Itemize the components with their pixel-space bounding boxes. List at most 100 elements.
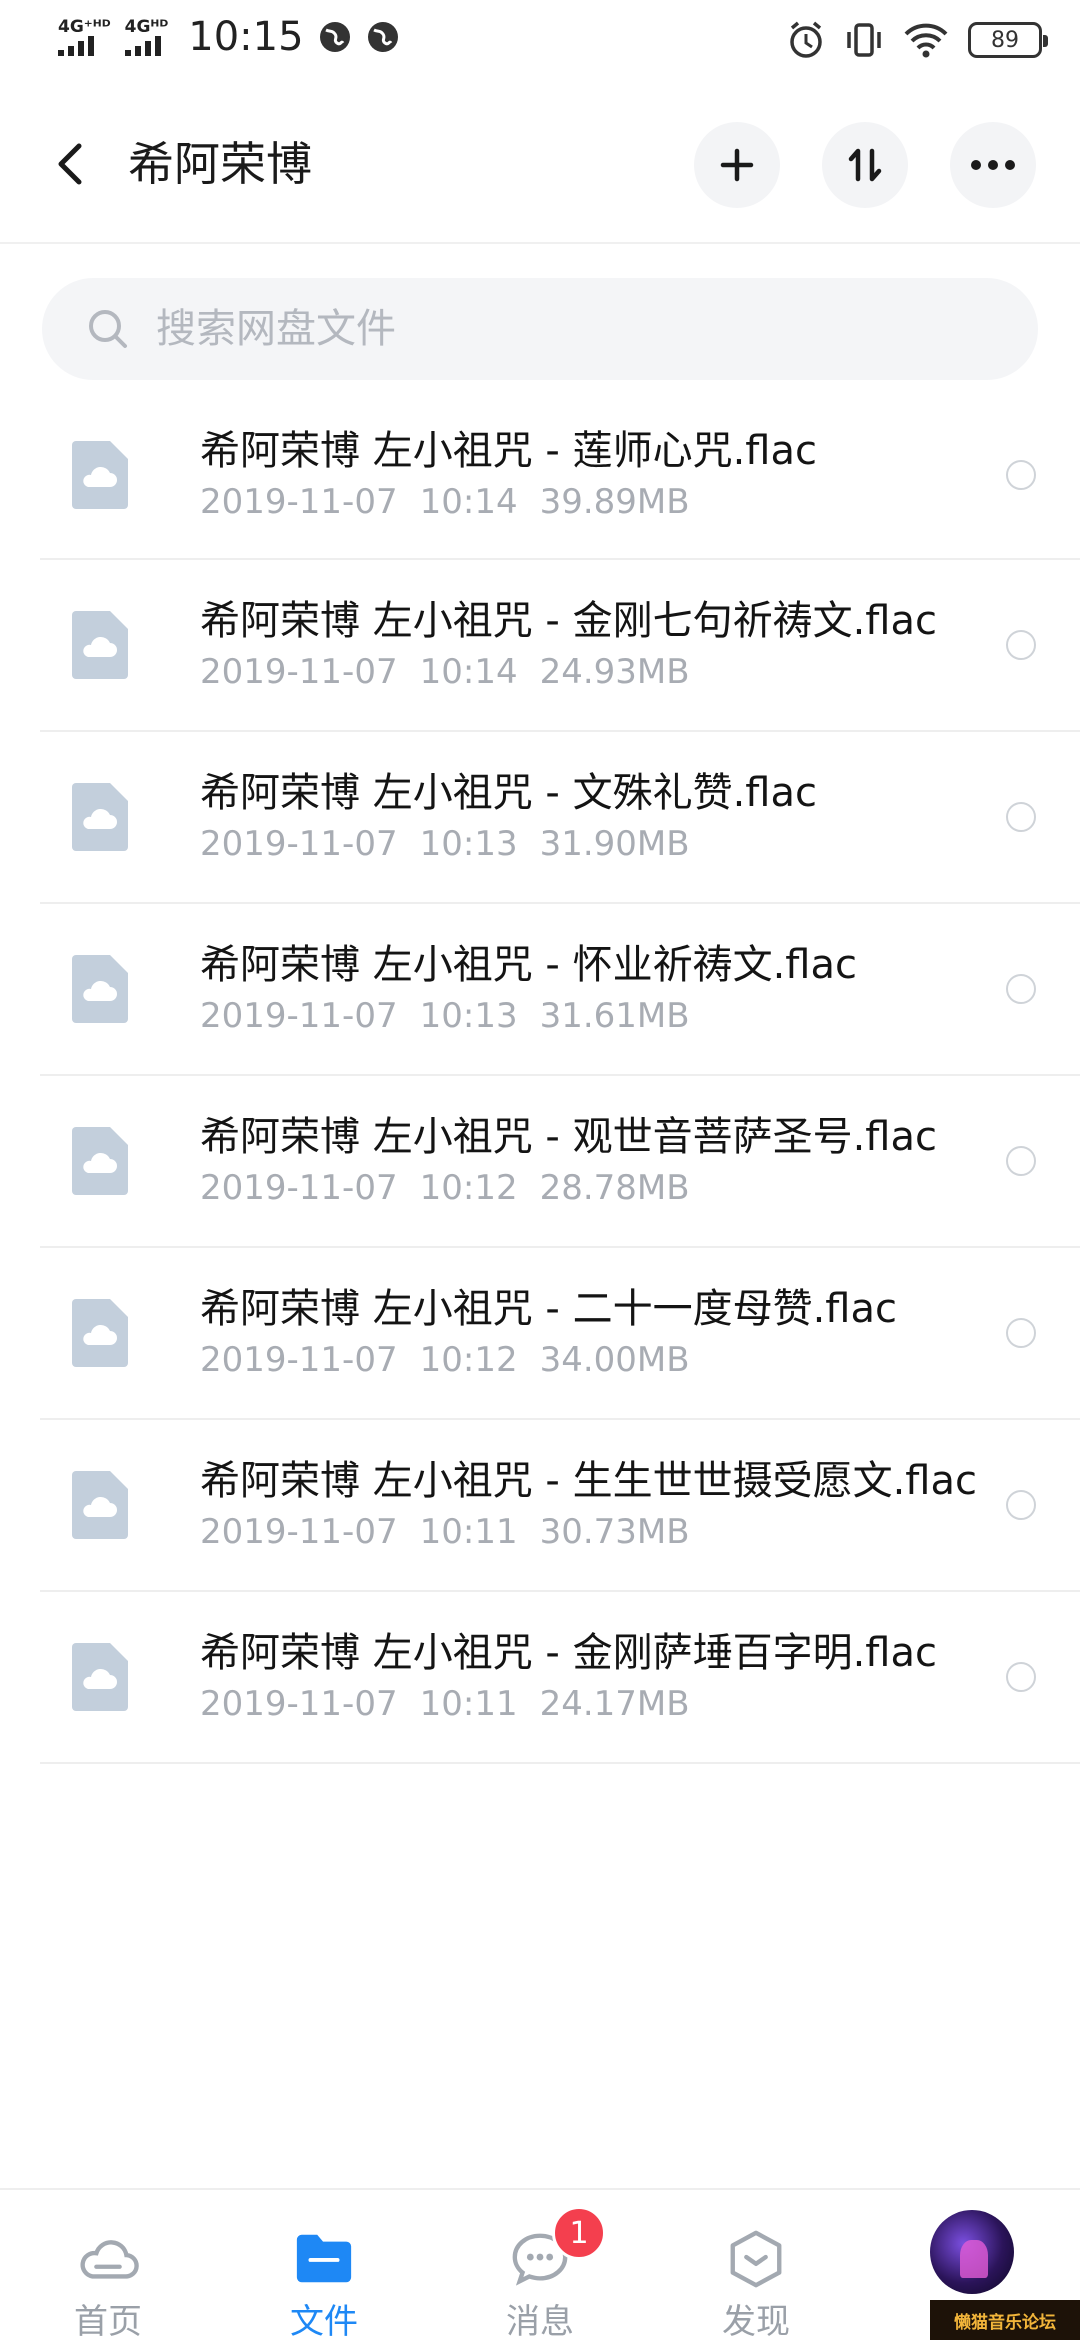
file-name: 希阿荣博 左小祖咒 - 观世音菩萨圣号.flac xyxy=(200,1114,937,1160)
chevron-left-icon xyxy=(58,143,82,185)
file-item[interactable]: 希阿荣博 左小祖咒 - 文殊礼赞.flac 2019-11-07 10:13 31.… xyxy=(40,732,1080,904)
search-icon xyxy=(89,310,127,348)
select-checkbox[interactable] xyxy=(1006,460,1036,490)
cloud-file-icon xyxy=(72,1127,128,1195)
nav-discover[interactable]: 发现 xyxy=(676,2190,836,2340)
file-text: 希阿荣博 左小祖咒 - 二十一度母赞.flac 2019-11-07 10:12 3… xyxy=(200,1284,990,1382)
page-title: 希阿荣博 xyxy=(128,137,312,191)
status-time: 10:15 xyxy=(188,14,304,60)
file-size: 31.90MB xyxy=(539,824,690,864)
file-time: 10:13 xyxy=(419,996,518,1036)
bottom-nav: 首页 文件 消息 1 发现 xyxy=(0,2188,1080,2340)
sort-button[interactable] xyxy=(822,122,908,208)
select-checkbox[interactable] xyxy=(1006,630,1036,660)
unread-badge: 1 xyxy=(552,2206,606,2260)
file-size: 30.73MB xyxy=(539,1512,690,1552)
vibrate-icon xyxy=(847,23,881,57)
cloud-file-icon xyxy=(72,955,128,1023)
file-text: 希阿荣博 左小祖咒 - 怀业祈祷文.flac 2019-11-07 10:13 31… xyxy=(200,940,990,1038)
nav-files-label: 文件 xyxy=(290,2302,358,2340)
file-meta: 2019-11-07 10:11 30.73MB xyxy=(200,1510,990,1554)
back-button[interactable] xyxy=(40,134,100,194)
file-item[interactable]: 希阿荣博 左小祖咒 - 观世音菩萨圣号.flac 2019-11-07 10:12… xyxy=(40,1076,1080,1248)
file-text: 希阿荣博 左小祖咒 - 生生世世摄受愿文.flac 2019-11-07 10:1… xyxy=(200,1456,990,1554)
select-checkbox[interactable] xyxy=(1006,1146,1036,1176)
discover-icon xyxy=(730,2230,782,2288)
nav-files[interactable]: 文件 xyxy=(244,2190,404,2340)
cloud-file-icon xyxy=(72,1299,128,1367)
cloud-file-icon xyxy=(72,441,128,509)
file-name: 希阿荣博 左小祖咒 - 莲师心咒.flac xyxy=(200,428,817,474)
file-meta: 2019-11-07 10:13 31.61MB xyxy=(200,994,990,1038)
file-item[interactable]: 希阿荣博 左小祖咒 - 金刚萨埵百字明.flac 2019-11-07 10:11… xyxy=(40,1592,1080,1764)
file-item[interactable]: 希阿荣博 左小祖咒 - 金刚七句祈祷文.flac 2019-11-07 10:14… xyxy=(40,560,1080,732)
file-meta: 2019-11-07 10:14 39.89MB xyxy=(200,480,990,524)
file-time: 10:14 xyxy=(419,652,518,692)
file-text: 希阿荣博 左小祖咒 - 文殊礼赞.flac 2019-11-07 10:13 31.… xyxy=(200,768,990,866)
battery-icon: 89 xyxy=(968,22,1048,58)
file-name: 希阿荣博 左小祖咒 - 金刚萨埵百字明.flac xyxy=(200,1630,937,1676)
file-date: 2019-11-07 xyxy=(200,1684,398,1724)
select-checkbox[interactable] xyxy=(1006,1662,1036,1692)
file-date: 2019-11-07 xyxy=(200,1512,398,1552)
file-size: 31.61MB xyxy=(539,996,690,1036)
file-item[interactable]: 希阿荣博 左小祖咒 - 怀业祈祷文.flac 2019-11-07 10:13 31… xyxy=(40,904,1080,1076)
file-meta: 2019-11-07 10:11 24.17MB xyxy=(200,1682,990,1726)
globe-icon xyxy=(367,22,398,52)
select-checkbox[interactable] xyxy=(1006,1318,1036,1348)
file-name: 希阿荣博 左小祖咒 - 二十一度母赞.flac xyxy=(200,1286,897,1332)
nav-home[interactable]: 首页 xyxy=(28,2190,188,2340)
battery-level: 89 xyxy=(991,27,1019,53)
avatar[interactable] xyxy=(930,2210,1014,2294)
add-button[interactable] xyxy=(694,122,780,208)
file-text: 希阿荣博 左小祖咒 - 金刚七句祈祷文.flac 2019-11-07 10:14… xyxy=(200,596,990,694)
select-checkbox[interactable] xyxy=(1006,1490,1036,1520)
file-size: 34.00MB xyxy=(539,1340,690,1380)
file-date: 2019-11-07 xyxy=(200,1340,398,1380)
file-size: 39.89MB xyxy=(539,482,690,522)
file-time: 10:12 xyxy=(419,1168,518,1208)
wifi-icon xyxy=(904,23,948,58)
status-bar: 4G⁺ᴴᴰ 4Gᴴᴰ 10:15 89 xyxy=(0,0,1080,84)
file-name: 希阿荣博 左小祖咒 - 生生世世摄受愿文.flac xyxy=(200,1458,977,1504)
file-time: 10:11 xyxy=(419,1512,518,1552)
file-meta: 2019-11-07 10:12 34.00MB xyxy=(200,1338,990,1382)
select-checkbox[interactable] xyxy=(1006,802,1036,832)
file-item[interactable]: 希阿荣博 左小祖咒 - 莲师心咒.flac 2019-11-07 10:14 39.… xyxy=(40,392,1080,560)
folder-icon xyxy=(296,2234,352,2283)
file-name: 希阿荣博 左小祖咒 - 怀业祈祷文.flac xyxy=(200,942,857,988)
file-date: 2019-11-07 xyxy=(200,1168,398,1208)
file-item[interactable]: 希阿荣博 左小祖咒 - 二十一度母赞.flac 2019-11-07 10:12 3… xyxy=(40,1248,1080,1420)
header: 希阿荣博 xyxy=(0,84,1080,244)
signal-2: 4Gᴴᴰ xyxy=(124,17,169,56)
status-left: 4G⁺ᴴᴰ 4Gᴴᴰ 10:15 xyxy=(58,14,400,60)
file-meta: 2019-11-07 10:12 28.78MB xyxy=(200,1166,990,1210)
more-icon xyxy=(971,160,1015,170)
signal-2-label: 4Gᴴᴰ xyxy=(124,17,169,37)
nav-messages-label: 消息 xyxy=(506,2302,574,2340)
select-checkbox[interactable] xyxy=(1006,974,1036,1004)
nav-discover-label: 发现 xyxy=(722,2302,790,2340)
file-meta: 2019-11-07 10:14 24.93MB xyxy=(200,650,990,694)
signal-1-bars-icon xyxy=(58,36,94,56)
file-date: 2019-11-07 xyxy=(200,652,398,692)
file-time: 10:14 xyxy=(419,482,518,522)
nav-messages[interactable]: 消息 1 xyxy=(460,2190,620,2340)
alarm-icon xyxy=(790,21,822,58)
cloud-file-icon xyxy=(72,1643,128,1711)
file-date: 2019-11-07 xyxy=(200,482,398,522)
cloud-file-icon xyxy=(72,783,128,851)
search-input[interactable] xyxy=(156,306,956,352)
nav-home-label: 首页 xyxy=(74,2302,142,2340)
cloud-file-icon xyxy=(72,1471,128,1539)
file-name: 希阿荣博 左小祖咒 - 金刚七句祈祷文.flac xyxy=(200,598,937,644)
file-text: 希阿荣博 左小祖咒 - 金刚萨埵百字明.flac 2019-11-07 10:11… xyxy=(200,1628,990,1726)
more-button[interactable] xyxy=(950,122,1036,208)
file-size: 24.17MB xyxy=(539,1684,690,1724)
search-bar[interactable] xyxy=(42,278,1038,380)
forum-watermark: 懒猫音乐论坛 xyxy=(930,2300,1080,2340)
file-item[interactable]: 希阿荣博 左小祖咒 - 生生世世摄受愿文.flac 2019-11-07 10:1… xyxy=(40,1420,1080,1592)
file-text: 希阿荣博 左小祖咒 - 莲师心咒.flac 2019-11-07 10:14 39.… xyxy=(200,426,990,524)
file-time: 10:12 xyxy=(419,1340,518,1380)
globe-icon xyxy=(319,22,350,52)
